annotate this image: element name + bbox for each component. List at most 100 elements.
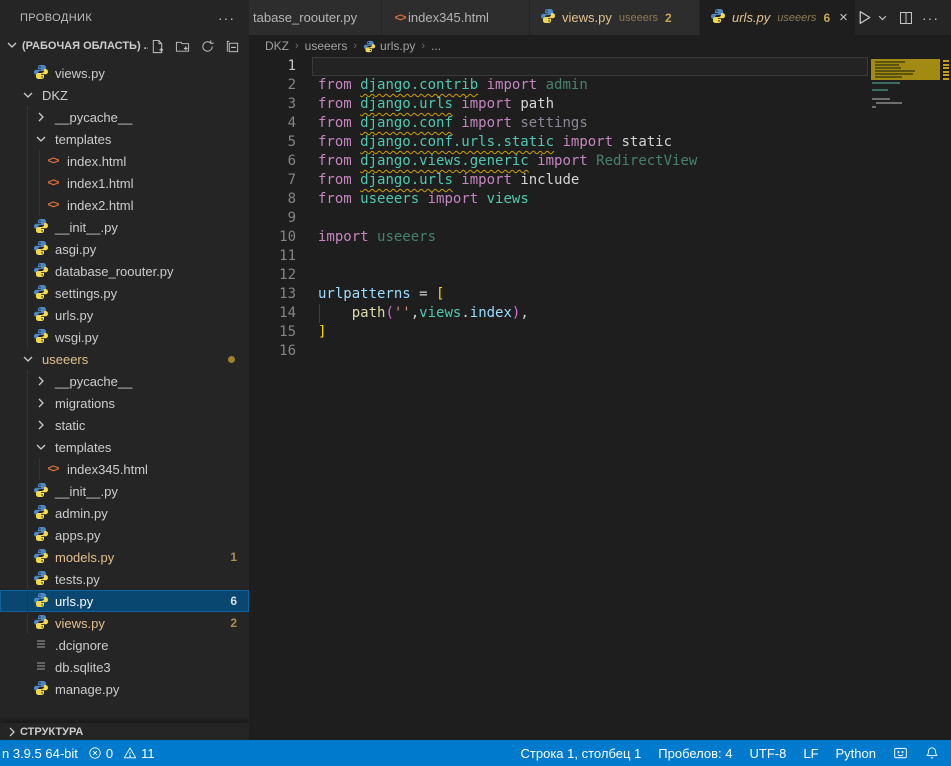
status-warning-triangle-icon[interactable]: 11 — [123, 746, 155, 761]
tree-item-label: migrations — [55, 396, 115, 411]
tree-item-useeers[interactable]: useeers — [0, 348, 249, 370]
tree-item-index1-html[interactable]: <>index1.html — [0, 172, 249, 194]
tree-item-label: .dcignore — [55, 638, 108, 653]
code-line-16[interactable] — [318, 342, 697, 361]
code-line-11[interactable] — [318, 247, 697, 266]
status-строка-1-столбец-1[interactable]: Строка 1, столбец 1 — [521, 746, 642, 761]
tree-item-label: db.sqlite3 — [55, 660, 111, 675]
breadcrumb-item-useeers[interactable]: useeers — [305, 39, 348, 53]
code-line-6[interactable]: from django.views.generic import Redirec… — [318, 152, 697, 171]
code-line-3[interactable]: from django.urls import path — [318, 95, 697, 114]
feedback-smiley-icon — [893, 746, 908, 761]
tree-item-urls-py[interactable]: urls.py6 — [0, 590, 249, 612]
code-editor[interactable]: 12345678910111213141516 from django.cont… — [249, 57, 951, 740]
tree-item-views-py[interactable]: views.py — [0, 62, 249, 84]
code-line-13[interactable]: urlpatterns = [ — [318, 285, 697, 304]
close-icon[interactable]: × — [839, 9, 848, 26]
status-bell-icon[interactable] — [925, 746, 939, 760]
tree-item-label: urls.py — [55, 308, 93, 323]
tree-item-index-html[interactable]: <>index.html — [0, 150, 249, 172]
tree-item-settings-py[interactable]: settings.py — [0, 282, 249, 304]
tree-item-label: __pycache__ — [55, 374, 132, 389]
modified-dot-badge — [228, 356, 235, 363]
tree-item-models-py[interactable]: models.py1 — [0, 546, 249, 568]
code-line-8[interactable]: from useeers import views — [318, 190, 697, 209]
tree-item--pycache-[interactable]: __pycache__ — [0, 106, 249, 128]
line-number: 16 — [249, 342, 296, 361]
status-utf-8[interactable]: UTF-8 — [750, 746, 787, 761]
status-lf[interactable]: LF — [803, 746, 818, 761]
tree-item-static[interactable]: static — [0, 414, 249, 436]
tree-item-label: __pycache__ — [55, 110, 132, 125]
tree-item-manage-py[interactable]: manage.py — [0, 678, 249, 700]
tab-more-actions-button[interactable]: ··· — [918, 6, 943, 30]
tree-item--pycache-[interactable]: __pycache__ — [0, 370, 249, 392]
tab-tabase-roouter-py[interactable]: tabase_roouter.py — [249, 0, 382, 35]
minimap[interactable] — [869, 58, 940, 178]
line-number: 3 — [249, 95, 296, 114]
tabs: tabase_roouter.py <>index345.htmlviews.py… — [249, 0, 856, 35]
outline-section-header[interactable]: СТРУКТУРА — [0, 722, 249, 740]
status-error-circle-icon[interactable]: 0 — [88, 746, 113, 761]
run-python-file-icon[interactable] — [856, 6, 873, 30]
code-line-12[interactable] — [318, 266, 697, 285]
code-line-9[interactable] — [318, 209, 697, 228]
code-line-15[interactable]: ] — [318, 323, 697, 342]
tab-label: tabase_roouter.py — [253, 10, 357, 25]
tree-item-urls-py[interactable]: urls.py — [0, 304, 249, 326]
tab-label: index345.html — [408, 10, 489, 25]
tree-item-dkz[interactable]: DKZ — [0, 84, 249, 106]
code-line-1[interactable] — [318, 57, 697, 76]
tree-item-migrations[interactable]: migrations — [0, 392, 249, 414]
tab-index345-html[interactable]: <>index345.html — [382, 0, 530, 35]
refresh-icon[interactable] — [198, 37, 216, 55]
explorer-more-button[interactable]: ··· — [218, 10, 235, 26]
tree-item-db-sqlite3[interactable]: db.sqlite3 — [0, 656, 249, 678]
tree-item-label: database_roouter.py — [55, 264, 174, 279]
breadcrumb-item-urls-py[interactable]: urls.py — [363, 39, 415, 53]
new-folder-icon[interactable] — [173, 37, 191, 55]
line-number: 14 — [249, 304, 296, 323]
status-пробелов-4[interactable]: Пробелов: 4 — [658, 746, 732, 761]
line-number: 12 — [249, 266, 296, 285]
python-file-icon — [33, 218, 49, 237]
collapse-all-icon[interactable] — [223, 37, 241, 55]
explorer-title-row: ПРОВОДНИК ··· — [0, 0, 249, 35]
tab-urls-py[interactable]: urls.pyuseeers6× — [700, 0, 856, 35]
tree-item-views-py[interactable]: views.py2 — [0, 612, 249, 634]
code-line-7[interactable]: from django.urls import include — [318, 171, 697, 190]
tree-item-templates[interactable]: templates — [0, 128, 249, 150]
tree-item-index2-html[interactable]: <>index2.html — [0, 194, 249, 216]
tree-item-database-roouter-py[interactable]: database_roouter.py — [0, 260, 249, 282]
new-file-icon[interactable] — [148, 37, 166, 55]
tree-item-admin-py[interactable]: admin.py — [0, 502, 249, 524]
tree-item-wsgi-py[interactable]: wsgi.py — [0, 326, 249, 348]
run-dropdown-chevron-icon[interactable] — [877, 6, 888, 30]
overview-ruler[interactable] — [940, 57, 951, 740]
explorer-title: ПРОВОДНИК — [20, 12, 92, 24]
code-line-10[interactable]: import useeers — [318, 228, 697, 247]
breadcrumb-item-dkz[interactable]: DKZ — [265, 39, 289, 53]
code-line-5[interactable]: from django.conf.urls.static import stat… — [318, 133, 697, 152]
bell-icon — [925, 746, 939, 760]
status-python[interactable]: Python — [836, 746, 876, 761]
tree-item--dcignore[interactable]: .dcignore — [0, 634, 249, 656]
tree-item-asgi-py[interactable]: asgi.py — [0, 238, 249, 260]
workspace-section-header[interactable]: (РАБОЧАЯ ОБЛАСТЬ) ... — [0, 35, 249, 57]
code-line-4[interactable]: from django.conf import settings — [318, 114, 697, 133]
tree-item--init-py[interactable]: __init__.py — [0, 480, 249, 502]
status-feedback-smiley-icon[interactable] — [893, 746, 908, 761]
tab-views-py[interactable]: views.pyuseeers2 — [530, 0, 700, 35]
status-n-3-9-5-64-bit[interactable]: n 3.9.5 64-bit — [2, 746, 78, 761]
tree-item-index345-html[interactable]: <>index345.html — [0, 458, 249, 480]
tree-item--init-py[interactable]: __init__.py — [0, 216, 249, 238]
line-number: 9 — [249, 209, 296, 228]
breadcrumb-item--[interactable]: ... — [431, 39, 441, 53]
code-line-2[interactable]: from django.contrib import admin — [318, 76, 697, 95]
tree-item-tests-py[interactable]: tests.py — [0, 568, 249, 590]
tree-item-templates[interactable]: templates — [0, 436, 249, 458]
breadcrumb-separator-icon: › — [421, 40, 425, 52]
code-line-14[interactable]: path('',views.index), — [318, 304, 697, 323]
tree-item-apps-py[interactable]: apps.py — [0, 524, 249, 546]
split-editor-icon[interactable] — [898, 6, 914, 30]
